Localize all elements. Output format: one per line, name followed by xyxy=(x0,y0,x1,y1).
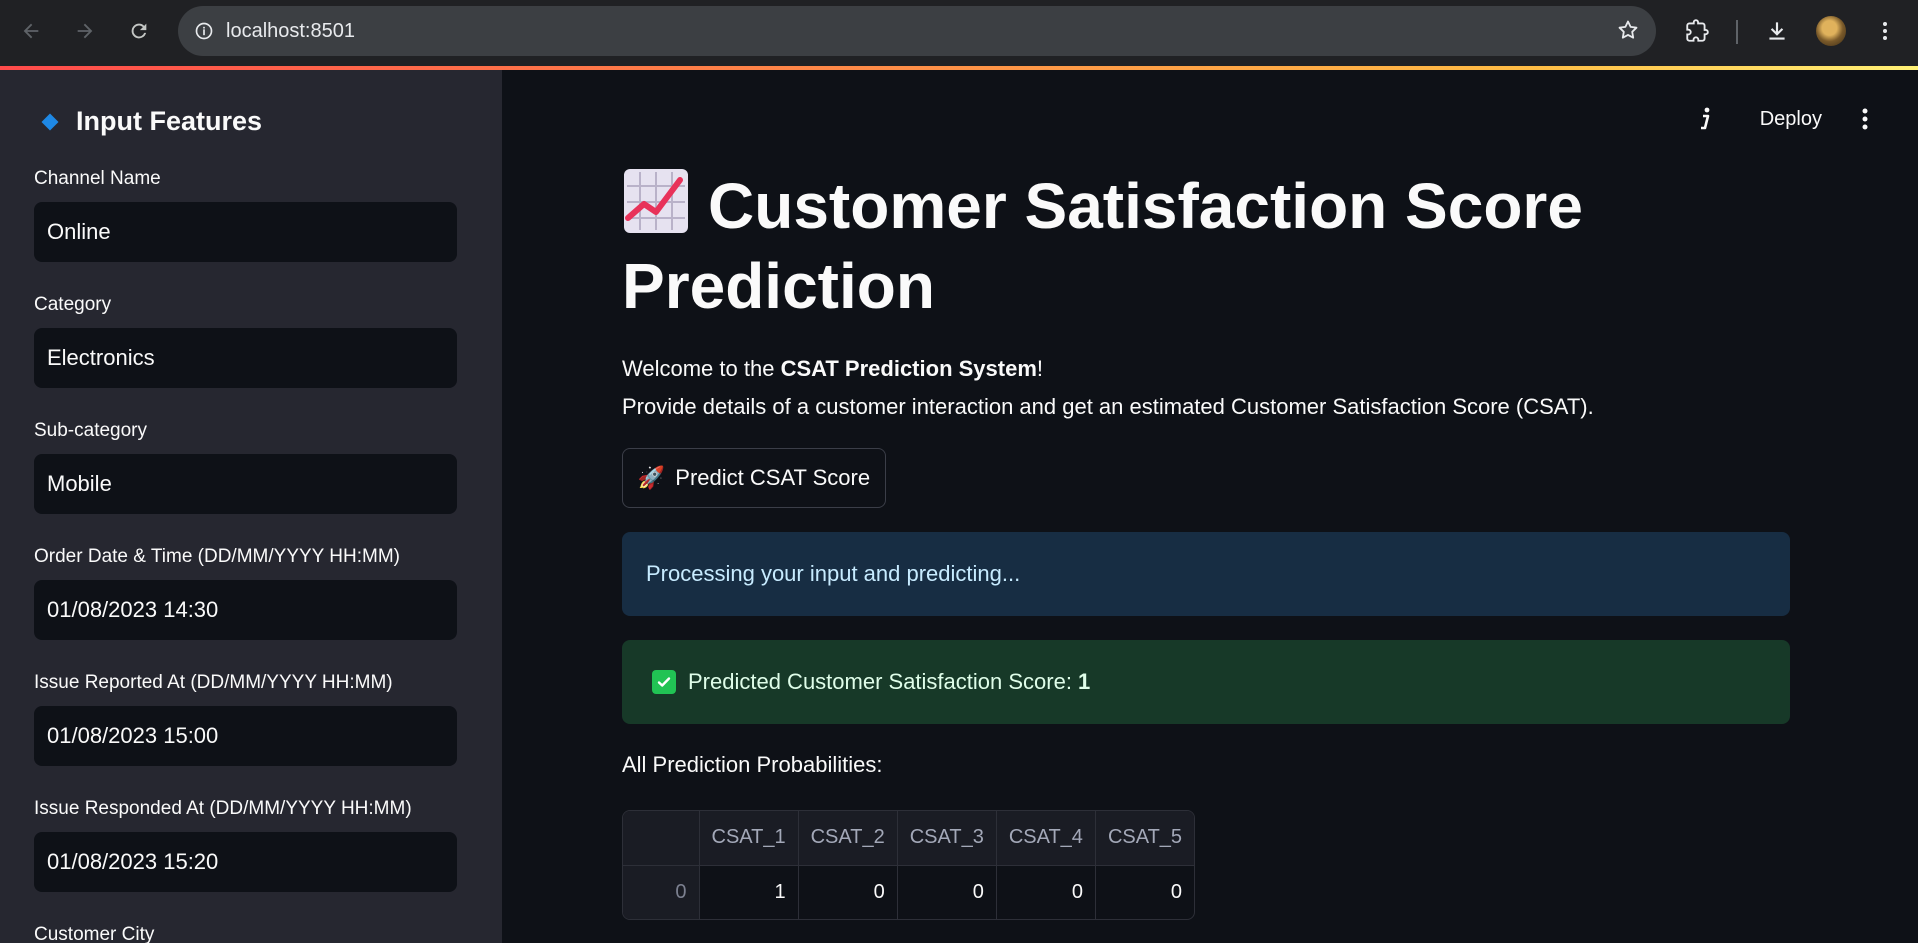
site-info-icon[interactable] xyxy=(192,19,216,43)
address-bar[interactable]: localhost:8501 xyxy=(178,6,1656,56)
app-toolbar: Deploy xyxy=(1690,104,1880,134)
main-content: Deploy Customer Satisfaction Score Predi… xyxy=(502,70,1918,943)
sidebar: Input Features Channel Name Online Categ… xyxy=(0,70,502,943)
welcome-text: Welcome to the CSAT Prediction System! P… xyxy=(622,350,1594,426)
forward-button[interactable] xyxy=(68,14,102,48)
column-header[interactable]: CSAT_3 xyxy=(897,811,997,866)
diamond-icon xyxy=(41,113,59,130)
back-button[interactable] xyxy=(14,14,48,48)
arrow-left-icon xyxy=(23,23,39,39)
probabilities-table[interactable]: CSAT_1 CSAT_2 CSAT_3 CSAT_4 CSAT_5 0 1 0… xyxy=(622,810,1196,920)
rocket-icon: 🚀 xyxy=(637,465,666,490)
deploy-button[interactable]: Deploy xyxy=(1760,108,1822,131)
download-icon[interactable] xyxy=(1760,14,1794,48)
reload-button[interactable] xyxy=(122,14,156,48)
arrow-right-icon xyxy=(77,23,93,39)
sidebar-header: Input Features xyxy=(41,106,263,137)
field-label: Sub-category xyxy=(34,420,148,441)
welcome-prefix: Welcome to the xyxy=(622,356,781,381)
field-label: Customer City xyxy=(34,924,155,943)
toolbar-divider xyxy=(1736,20,1738,44)
extensions-icon[interactable] xyxy=(1680,14,1714,48)
table-cell[interactable]: 0 xyxy=(1095,865,1194,919)
check-mark-icon xyxy=(652,670,676,694)
table-cell[interactable]: 0 xyxy=(897,865,997,919)
welcome-suffix: ! xyxy=(1036,356,1044,381)
page-title-text: Customer Satisfaction Score Prediction xyxy=(622,170,1583,322)
predict-button[interactable]: 🚀 Predict CSAT Score xyxy=(622,448,886,508)
issue-responded-input[interactable]: 01/08/2023 15:20 xyxy=(34,832,457,892)
column-header[interactable]: CSAT_1 xyxy=(699,811,799,866)
success-alert: Predicted Customer Satisfaction Score: 1 xyxy=(622,640,1790,724)
url-text[interactable]: localhost:8501 xyxy=(226,20,355,43)
sub-category-input[interactable]: Mobile xyxy=(34,454,457,514)
reload-icon xyxy=(131,23,147,39)
table-cell[interactable]: 0 xyxy=(996,865,1096,919)
order-date-input[interactable]: 01/08/2023 14:30 xyxy=(34,580,457,640)
predicted-score: 1 xyxy=(1077,669,1091,694)
issue-reported-field: Issue Reported At (DD/MM/YYYY HH:MM) 01/… xyxy=(34,672,457,766)
customer-city-field: Customer City xyxy=(34,924,457,943)
field-label: Category xyxy=(34,294,112,315)
success-prefix: Predicted Customer Satisfaction Score: xyxy=(688,669,1072,694)
channel-name-field: Channel Name Online xyxy=(34,168,457,262)
field-label: Issue Responded At (DD/MM/YYYY HH:MM) xyxy=(34,798,412,819)
channel-name-input[interactable]: Online xyxy=(34,202,457,262)
chart-increasing-icon xyxy=(624,169,688,233)
profile-avatar[interactable] xyxy=(1816,16,1846,46)
category-field: Category Electronics xyxy=(34,294,457,388)
column-header[interactable]: CSAT_4 xyxy=(996,811,1096,866)
field-label: Order Date & Time (DD/MM/YYYY HH:MM) xyxy=(34,546,400,567)
column-header[interactable]: CSAT_2 xyxy=(798,811,898,866)
bookmark-star-icon[interactable] xyxy=(1616,18,1640,47)
category-input[interactable]: Electronics xyxy=(34,328,457,388)
info-alert: Processing your input and predicting... xyxy=(622,532,1790,616)
browser-toolbar: localhost:8501 xyxy=(0,0,1918,66)
table-cell[interactable]: 0 xyxy=(798,865,898,919)
sub-category-field: Sub-category Mobile xyxy=(34,420,457,514)
issue-responded-field: Issue Responded At (DD/MM/YYYY HH:MM) 01… xyxy=(34,798,457,892)
row-index-cell[interactable]: 0 xyxy=(623,865,700,919)
column-header[interactable]: CSAT_5 xyxy=(1095,811,1195,866)
column-header[interactable] xyxy=(623,811,700,866)
browser-menu-icon[interactable] xyxy=(1868,14,1902,48)
page-title: Customer Satisfaction Score Prediction xyxy=(622,166,1682,326)
issue-reported-input[interactable]: 01/08/2023 15:00 xyxy=(34,706,457,766)
description-text: Provide details of a customer interactio… xyxy=(622,394,1594,419)
field-label: Issue Reported At (DD/MM/YYYY HH:MM) xyxy=(34,672,393,693)
table-row: 0 1 0 0 0 0 xyxy=(623,865,1194,919)
welcome-bold: CSAT Prediction System xyxy=(780,356,1037,381)
table-header-row: CSAT_1 CSAT_2 CSAT_3 CSAT_4 CSAT_5 xyxy=(623,811,1195,866)
info-message: Processing your input and predicting... xyxy=(646,561,1021,586)
order-date-field: Order Date & Time (DD/MM/YYYY HH:MM) 01/… xyxy=(34,546,457,640)
predict-button-label: Predict CSAT Score xyxy=(675,465,871,490)
field-label: Channel Name xyxy=(34,168,161,189)
table-cell[interactable]: 1 xyxy=(699,865,799,919)
probabilities-label: All Prediction Probabilities: xyxy=(622,752,883,777)
app-menu-icon[interactable] xyxy=(1850,104,1880,134)
sidebar-title: Input Features xyxy=(76,106,263,136)
info-icon[interactable] xyxy=(1690,104,1720,134)
